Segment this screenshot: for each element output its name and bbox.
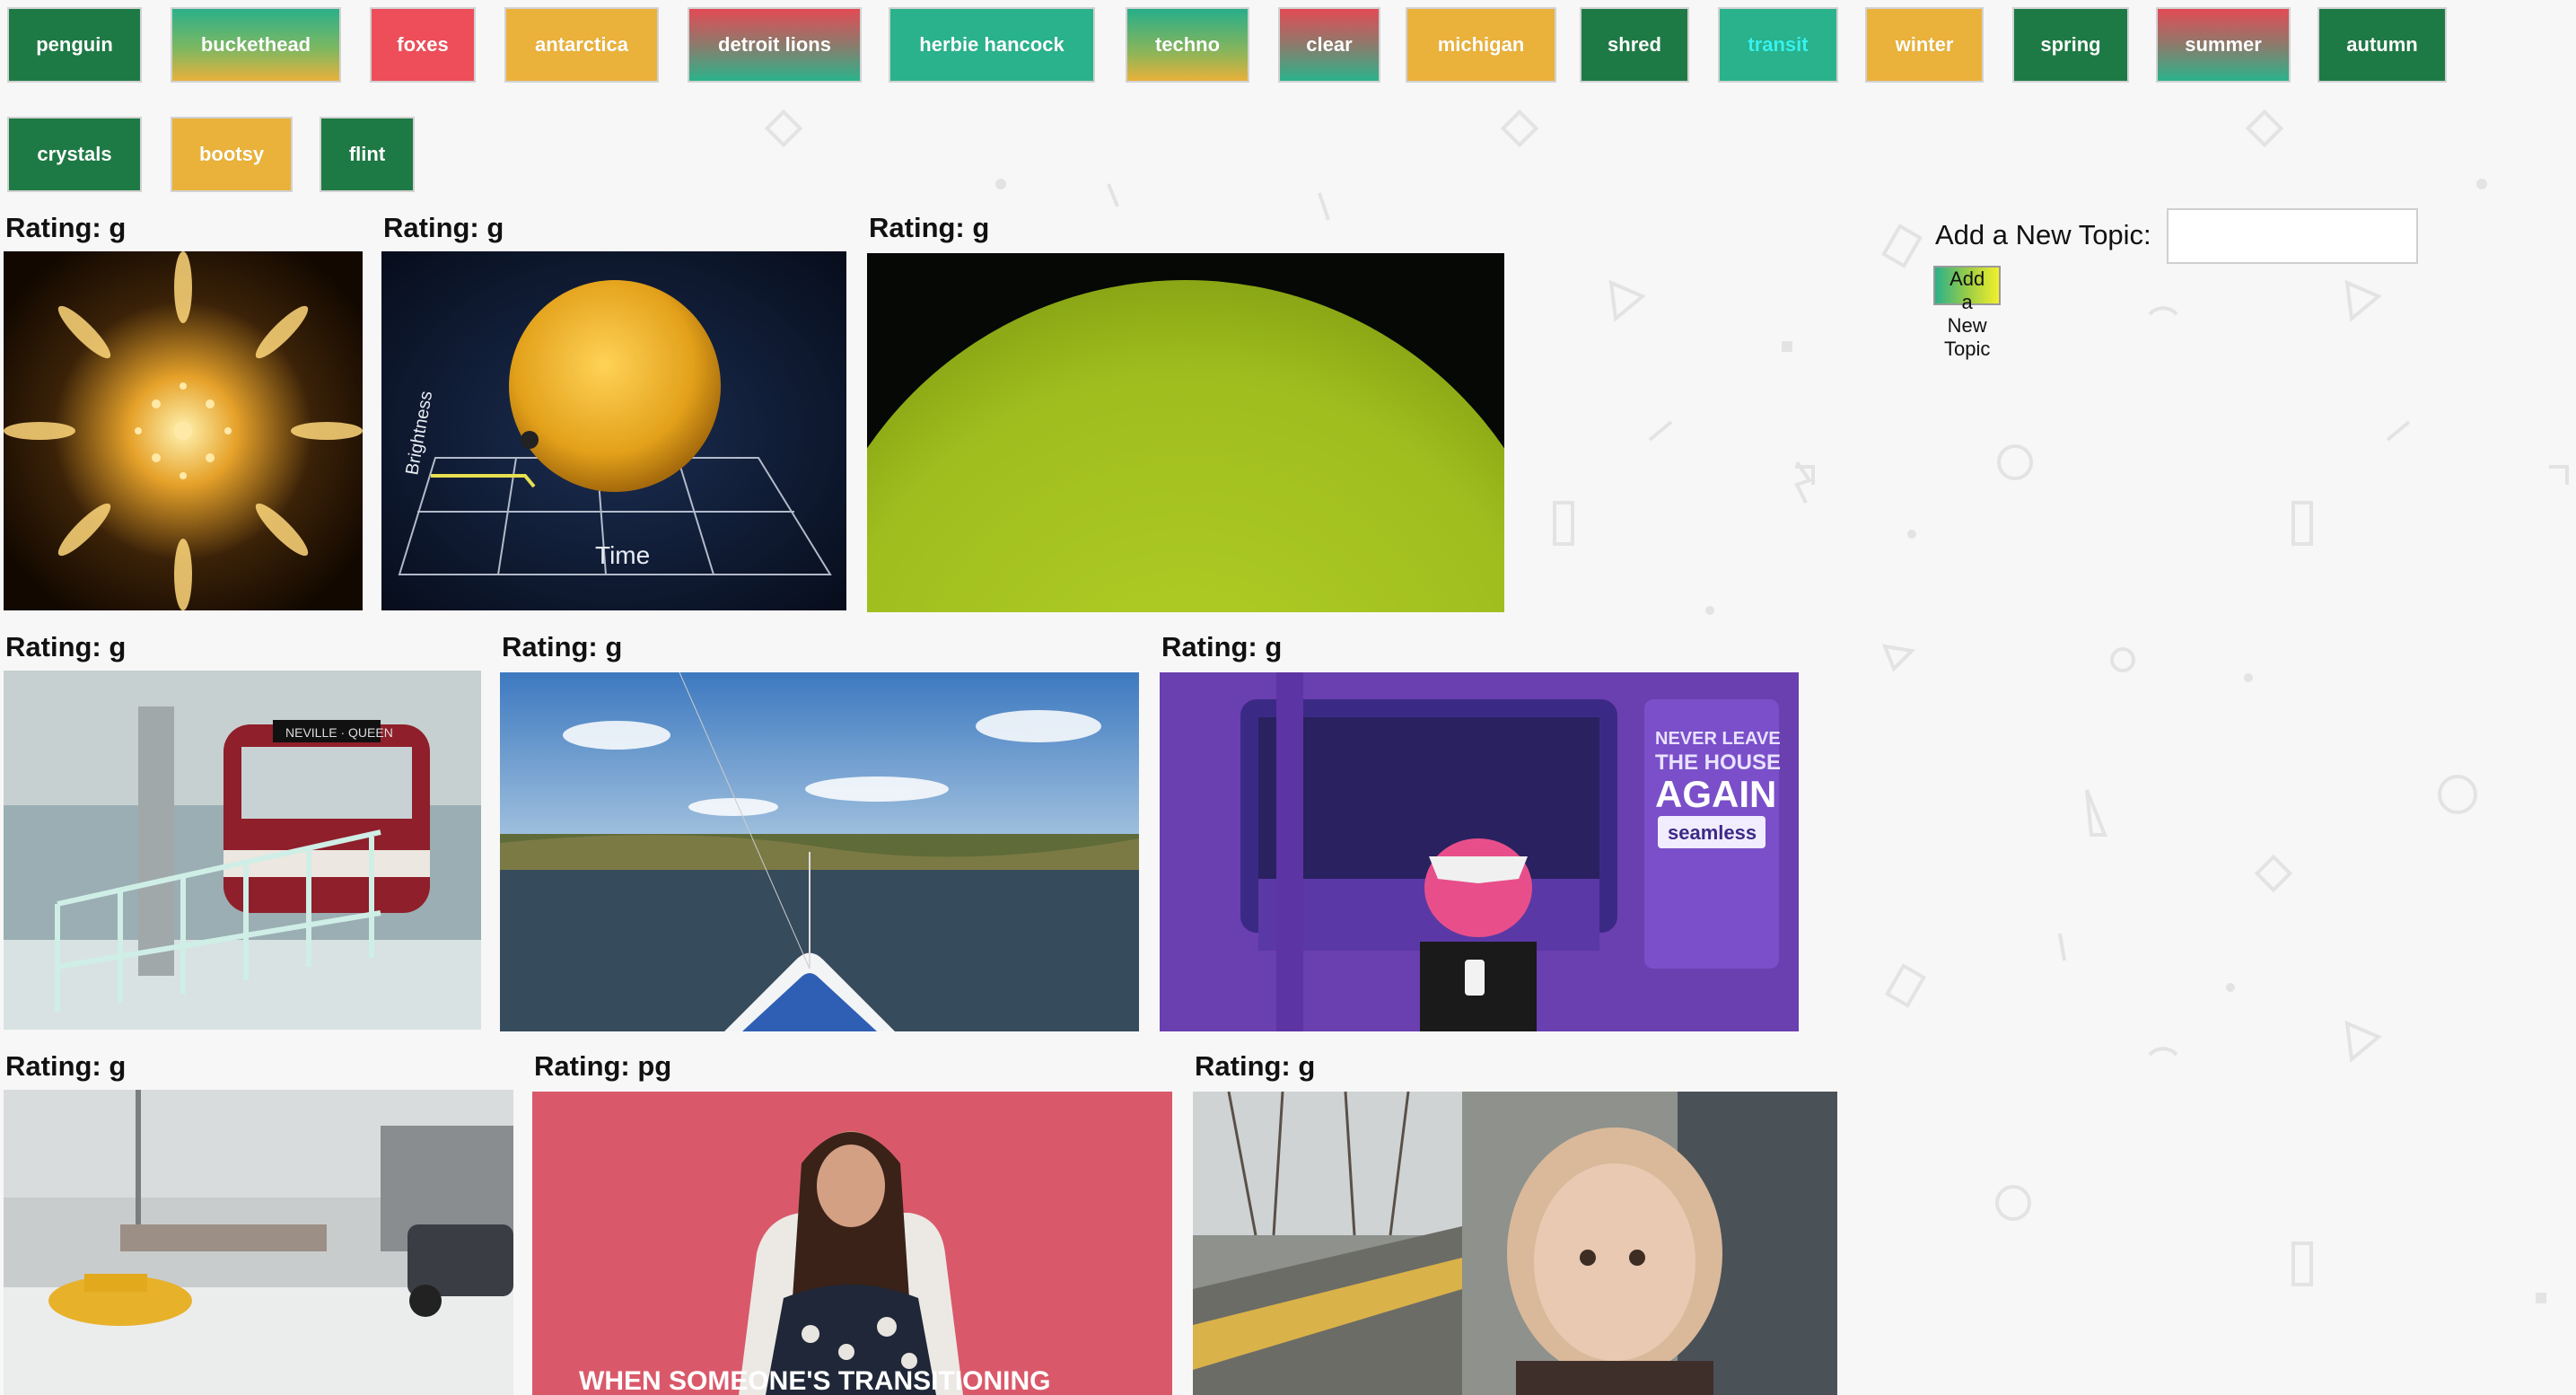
snowstorm-taxi-gif[interactable]	[4, 1090, 513, 1395]
topic-button-shred[interactable]: shred	[1580, 7, 1689, 83]
rating-label: Rating: g	[5, 212, 127, 243]
poster-brand: seamless	[1668, 821, 1757, 844]
add-topic-button[interactable]: Add a New Topic	[1933, 266, 2002, 360]
topic-button-flint[interactable]: flint	[320, 117, 415, 192]
streetcar-destination-sign: NEVILLE · QUEEN	[285, 725, 393, 740]
topic-button-spring[interactable]: spring	[2012, 7, 2129, 83]
topic-button-autumn[interactable]: autumn	[2318, 7, 2447, 83]
topic-button-techno[interactable]: techno	[1126, 7, 1249, 83]
rating-label: Rating: g	[5, 1050, 127, 1082]
topic-button-foxes[interactable]: foxes	[370, 7, 476, 83]
seamless-subway-dino-gif[interactable]: NEVER LEAVE THE HOUSE AGAIN seamless	[1160, 672, 1799, 1031]
poster-line-3: AGAIN	[1655, 773, 1776, 815]
topic-button-penguin[interactable]: penguin	[7, 7, 142, 83]
topic-button-crystals[interactable]: crystals	[7, 117, 142, 192]
sun-brightness-time-gif[interactable]: Time Brightness	[381, 251, 846, 610]
rating-label: Rating: g	[1195, 1050, 1316, 1082]
starburst-kaleidoscope-gif[interactable]	[4, 251, 363, 610]
topic-button-transit[interactable]: transit	[1718, 7, 1838, 83]
topic-button-michigan[interactable]: michigan	[1406, 7, 1556, 83]
streetcar-snow-gif[interactable]: NEVILLE · QUEEN	[4, 671, 481, 1030]
new-topic-input[interactable]	[2167, 208, 2418, 264]
poster-line-1: NEVER LEAVE	[1655, 729, 1781, 749]
green-sun-gif[interactable]	[867, 253, 1504, 612]
rating-label: Rating: g	[383, 212, 504, 243]
topic-button-antarctica[interactable]: antarctica	[504, 7, 659, 83]
topic-button-summer[interactable]: summer	[2156, 7, 2291, 83]
axis-time-label: Time	[595, 541, 650, 569]
topic-button-clear[interactable]: clear	[1278, 7, 1380, 83]
girl-train-platform-gif[interactable]	[1193, 1092, 1837, 1395]
poster-line-2: THE HOUSE	[1655, 750, 1781, 775]
add-topic-label: Add a New Topic:	[1935, 219, 2151, 250]
topic-button-bootsy[interactable]: bootsy	[171, 117, 293, 192]
rating-label: Rating: g	[869, 212, 990, 243]
rating-label: Rating: g	[5, 631, 127, 662]
topic-button-buckethead[interactable]: buckethead	[171, 7, 341, 83]
rating-label: Rating: g	[1161, 631, 1283, 662]
topic-button-winter[interactable]: winter	[1865, 7, 1984, 83]
topic-button-detroit-lions[interactable]: detroit lions	[688, 7, 862, 83]
woman-chair-caption-gif[interactable]: WHEN SOMEONE'S TRANSITIONING	[532, 1092, 1172, 1395]
topic-button-herbie-hancock[interactable]: herbie hancock	[889, 7, 1095, 83]
rating-label: Rating: g	[502, 631, 623, 662]
gif-caption-text: WHEN SOMEONE'S TRANSITIONING	[579, 1366, 1050, 1395]
rating-label: Rating: pg	[534, 1050, 672, 1082]
ship-bow-river-gif[interactable]	[500, 672, 1139, 1031]
